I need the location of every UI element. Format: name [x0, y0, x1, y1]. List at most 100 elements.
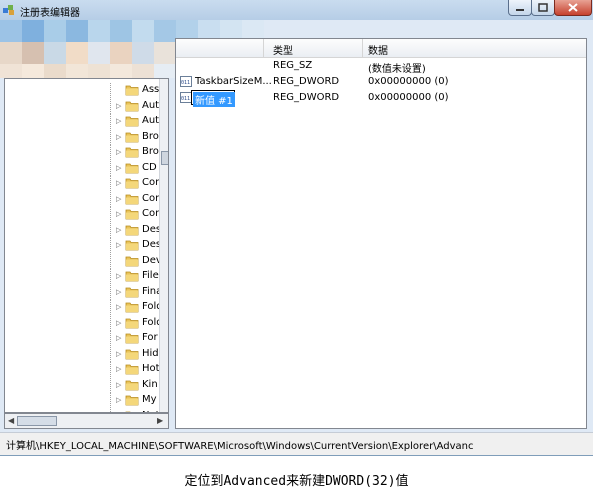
tree-hscroll-thumb[interactable]	[17, 416, 57, 426]
folder-icon	[125, 302, 139, 313]
rename-input[interactable]: 新值 #1	[191, 90, 235, 107]
tree-guide-line	[110, 346, 112, 362]
maximize-button[interactable]	[531, 0, 555, 16]
tree-item[interactable]: ▷ Cor	[5, 176, 165, 191]
folder-icon	[125, 380, 139, 390]
tree-scroll-thumb[interactable]	[161, 151, 168, 165]
folder-icon	[125, 178, 139, 189]
tree-vertical-scrollbar[interactable]	[159, 79, 168, 412]
tree-item[interactable]: ▷ Cor	[5, 207, 165, 222]
value-row-default[interactable]: REG_SZ (数值未设置)	[176, 58, 586, 75]
tree-item[interactable]: ▷ CD	[5, 160, 165, 176]
tree-horizontal-scrollbar[interactable]: ◀ ▶	[4, 413, 169, 429]
tree-item-label: Hid	[142, 347, 159, 359]
tree-item[interactable]: ▷ Hid	[5, 346, 165, 362]
expand-arrow-icon[interactable]: ▷	[116, 366, 122, 373]
folder-icon	[125, 116, 139, 127]
values-list-pane[interactable]: 类型 数据 REG_SZ (数值未设置) 011 TaskbarSizeM...…	[175, 38, 587, 429]
tree-item[interactable]: ▷ Des	[5, 222, 165, 238]
tree-item[interactable]: ▷ Fold	[5, 315, 165, 331]
tree-item[interactable]: Dev	[5, 253, 165, 269]
tree-item[interactable]: ▷ File	[5, 269, 165, 284]
caption: 定位到Advanced来新建DWORD(32)值	[184, 474, 409, 489]
tree-item-label: Aut	[142, 99, 160, 111]
tree-item-label: Ass	[142, 84, 160, 95]
expand-arrow-icon[interactable]: ▷	[116, 304, 122, 311]
tree-item[interactable]: ▷ Hot	[5, 362, 165, 377]
value-type: REG_SZ	[273, 60, 313, 71]
column-separator	[362, 39, 363, 57]
tree-guide-line	[110, 331, 112, 346]
column-data[interactable]: 数据	[368, 42, 388, 57]
folder-icon	[125, 85, 139, 96]
tree-item-label: Aut	[142, 115, 160, 126]
expand-arrow-icon[interactable]: ▷	[116, 319, 122, 327]
folder-icon	[125, 256, 139, 266]
expand-arrow-icon[interactable]: ▷	[116, 164, 122, 172]
tree-item[interactable]: ▷ For	[5, 331, 165, 346]
expand-arrow-icon[interactable]: ▷	[116, 102, 122, 110]
folder-icon	[125, 163, 139, 173]
close-button[interactable]	[554, 0, 592, 16]
expand-arrow-icon[interactable]: ▷	[116, 288, 122, 296]
tree-item[interactable]: ▷ Fold	[5, 300, 165, 315]
tree-guide-line	[110, 176, 112, 191]
expand-arrow-icon[interactable]: ▷	[116, 226, 122, 234]
tree-item[interactable]: ▷ Aut	[5, 98, 165, 114]
tree-item-label: Kin	[142, 378, 158, 390]
minimize-icon	[516, 8, 524, 11]
column-separator	[263, 39, 264, 57]
folder-icon	[125, 349, 139, 359]
expand-arrow-icon[interactable]: ▷	[116, 273, 122, 280]
value-row[interactable]: 011 TaskbarSizeM... REG_DWORD 0x00000000…	[176, 74, 586, 90]
tree-guide-line	[110, 129, 112, 145]
folder-icon	[125, 147, 139, 158]
expand-arrow-icon[interactable]: ▷	[116, 118, 122, 125]
expand-arrow-icon[interactable]: ▷	[116, 335, 122, 342]
column-type[interactable]: 类型	[273, 42, 293, 57]
tree-item-label: Cor	[142, 177, 160, 188]
scroll-left-icon[interactable]: ◀	[8, 416, 14, 425]
expand-arrow-icon[interactable]: ▷	[116, 211, 122, 218]
tree-item[interactable]: ▷ Aut	[5, 114, 165, 129]
value-type: REG_DWORD	[273, 92, 340, 103]
expand-arrow-icon[interactable]: ▷	[116, 149, 122, 156]
tree-guide-line	[110, 284, 112, 300]
status-bar: 计算机\HKEY_LOCAL_MACHINE\SOFTWARE\Microsof…	[0, 432, 593, 455]
tree-item-label: Cor	[142, 208, 160, 219]
value-type: REG_DWORD	[273, 76, 340, 87]
expand-arrow-icon[interactable]: ▷	[116, 133, 122, 141]
expand-arrow-icon[interactable]: ▷	[116, 195, 122, 203]
tree-item[interactable]: ▷ Bro	[5, 129, 165, 145]
tree-item-label: My	[142, 394, 157, 405]
tree-item[interactable]: ▷ Bro	[5, 145, 165, 160]
tree-item[interactable]: ▷ Kin	[5, 377, 165, 393]
expand-arrow-icon[interactable]: ▷	[116, 350, 122, 358]
tree-item-label: Bro	[142, 146, 159, 157]
tree-item[interactable]: Ass	[5, 83, 165, 98]
tree-item[interactable]: ▷ My	[5, 393, 165, 408]
svg-text:011: 011	[181, 80, 190, 86]
scroll-right-icon[interactable]: ▶	[157, 416, 163, 425]
minimize-button[interactable]	[508, 0, 532, 16]
title-bar[interactable]: 注册表编辑器	[0, 0, 593, 20]
folder-icon	[125, 333, 139, 344]
expand-arrow-icon[interactable]: ▷	[116, 180, 122, 187]
key-tree-pane[interactable]: Ass ▷ Aut ▷ Aut ▷ Bro ▷ Bro ▷ CD ▷ Cor ▷ Cor ▷ Cor ▷ Des ▷ D…	[4, 78, 169, 413]
folder-icon	[125, 287, 139, 297]
tree-item[interactable]: ▷ Fina	[5, 284, 165, 300]
tree-guide-line	[110, 393, 112, 408]
tree-guide-line	[110, 253, 112, 269]
expand-arrow-icon[interactable]: ▷	[116, 397, 122, 404]
folder-icon	[125, 364, 139, 375]
expand-arrow-icon[interactable]: ▷	[116, 242, 122, 249]
tree-guide-line	[110, 377, 112, 393]
tree-guide-line	[110, 191, 112, 207]
tree-guide-line	[110, 145, 112, 160]
expand-arrow-icon[interactable]: ▷	[116, 381, 122, 389]
tree-item[interactable]: ▷ Des	[5, 238, 165, 253]
tree-item[interactable]: ▷ Cor	[5, 191, 165, 207]
value-data: (数值未设置)	[368, 64, 426, 75]
value-row-new[interactable]: 011 新值 #1 REG_DWORD 0x00000000 (0)	[176, 90, 586, 107]
folder-icon	[125, 194, 139, 204]
